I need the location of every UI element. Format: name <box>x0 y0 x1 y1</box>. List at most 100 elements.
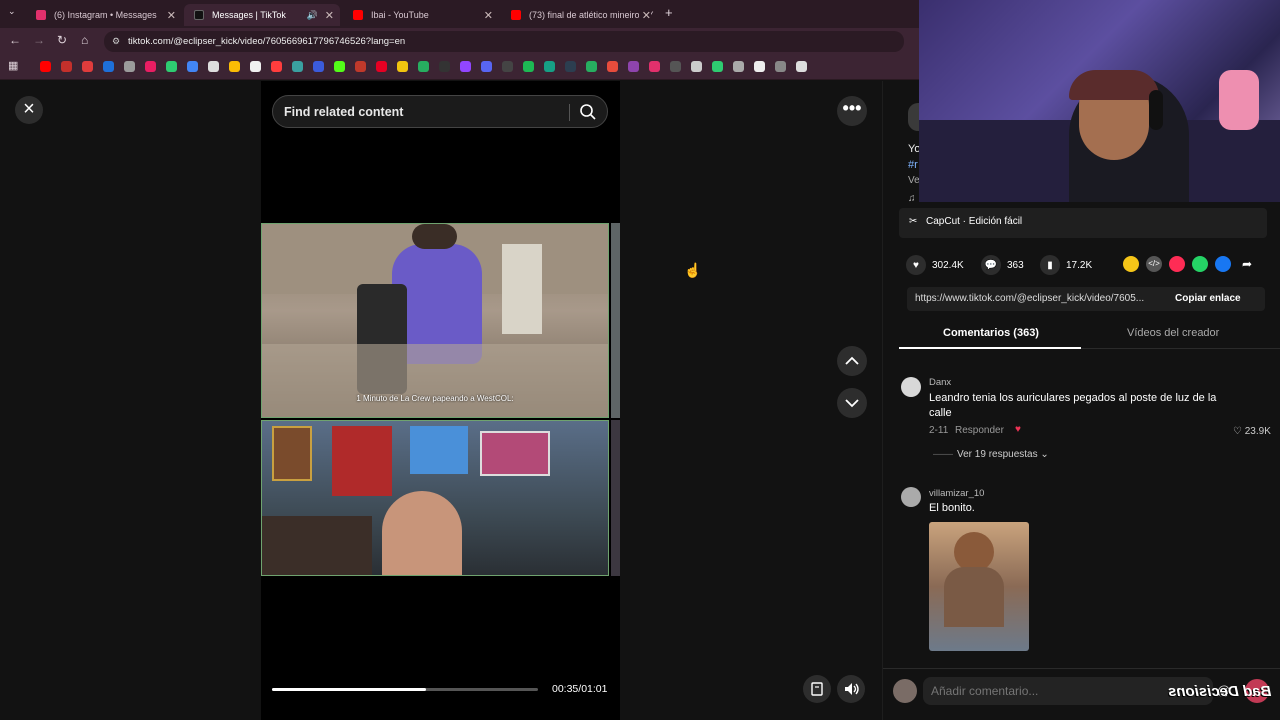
video-link[interactable]: https://www.tiktok.com/@eclipser_kick/vi… <box>915 293 1144 304</box>
bookmark-icon[interactable] <box>292 61 303 72</box>
tab-comments[interactable]: Comentarios (363) <box>943 327 1039 339</box>
site-info-icon[interactable]: ⚙ <box>112 31 120 52</box>
bookmark-icon[interactable] <box>103 61 114 72</box>
more-options-button[interactable]: ••• <box>837 96 867 126</box>
bookmark-icon[interactable] <box>775 61 786 72</box>
desk-shape <box>262 516 372 575</box>
bookmark-icon[interactable] <box>565 61 576 72</box>
tab-instagram[interactable]: (6) Instagram • Messages ✕ <box>26 4 182 26</box>
video-side-strip <box>611 420 620 576</box>
bookmark-twitch-icon[interactable] <box>460 61 471 72</box>
embed-icon[interactable]: </> <box>1146 256 1162 272</box>
share-whatsapp-icon[interactable] <box>1192 256 1208 272</box>
tiktok-icon <box>194 10 204 20</box>
bookmark-icon: ▮ <box>1040 255 1060 275</box>
bookmark-icon[interactable] <box>481 61 492 72</box>
like-button[interactable]: ♥ 302.4K <box>906 255 964 275</box>
share-tiktok-icon[interactable] <box>1169 256 1185 272</box>
tab-creator-videos[interactable]: Vídeos del creador <box>1127 327 1219 339</box>
tab-close-icon[interactable]: ✕ <box>325 9 334 22</box>
tab-close-icon[interactable]: ✕ <box>638 8 651 22</box>
comment-button[interactable]: 💬 363 <box>981 255 1024 275</box>
bookmark-icon[interactable] <box>166 61 177 72</box>
bookmark-kick-icon[interactable] <box>334 61 345 72</box>
reload-icon[interactable]: ↻ <box>57 33 67 47</box>
bookmark-icon[interactable] <box>754 61 765 72</box>
share-facebook-icon[interactable] <box>1215 256 1231 272</box>
hashtag-link[interactable]: #r <box>908 159 918 171</box>
share-coin-icon[interactable] <box>1123 256 1139 272</box>
apps-grid-icon[interactable]: ▦ <box>8 59 18 72</box>
copy-link-button[interactable]: Copiar enlace <box>1175 293 1241 304</box>
tab-list-chevron-icon[interactable]: ⌄ <box>8 6 16 17</box>
bookmark-icon[interactable] <box>418 61 429 72</box>
avatar[interactable] <box>901 377 921 397</box>
avatar[interactable] <box>901 487 921 507</box>
view-replies-label: Ver 19 respuestas <box>957 449 1038 460</box>
chevron-down-icon <box>845 399 859 408</box>
see-more-link[interactable]: Ve <box>908 175 920 186</box>
avatar[interactable] <box>893 679 917 703</box>
comment-username[interactable]: Danx <box>929 377 951 388</box>
home-icon[interactable]: ⌂ <box>81 33 88 47</box>
tab-youtube-final[interactable]: (73) final de atlético mineiro - Y ✕ <box>501 4 657 26</box>
tab-close-icon[interactable]: ✕ <box>167 9 176 22</box>
music-note-icon: ♫ <box>908 193 916 204</box>
view-replies-button[interactable]: Ver 19 respuestas ⌄ <box>957 449 1049 460</box>
tab-tiktok[interactable]: Messages | TikTok 🔊 ✕ <box>184 4 340 26</box>
bookmark-icon[interactable] <box>187 61 198 72</box>
capcut-banner[interactable]: ✂ CapCut · Edición fácil <box>899 208 1267 238</box>
bookmark-icon[interactable] <box>229 61 240 72</box>
new-tab-button[interactable]: + <box>665 5 673 20</box>
bookmark-icon[interactable] <box>628 61 639 72</box>
bookmark-icon[interactable] <box>712 61 723 72</box>
comment-image[interactable] <box>929 522 1029 651</box>
bookmark-icon[interactable] <box>250 61 261 72</box>
bookmark-icon[interactable] <box>523 61 534 72</box>
share-arrow-icon[interactable]: ➦ <box>1239 256 1255 272</box>
bookmark-icon[interactable] <box>544 61 555 72</box>
search-input[interactable]: Find related content <box>284 105 403 119</box>
tab-youtube-ibai[interactable]: Ibai - YouTube ✕ <box>343 4 499 26</box>
bookmark-icon[interactable] <box>586 61 597 72</box>
bookmark-icon[interactable] <box>796 61 807 72</box>
bookmark-icon[interactable] <box>124 61 135 72</box>
bookmark-icon[interactable] <box>271 61 282 72</box>
close-button[interactable]: × <box>15 96 43 124</box>
next-video-button[interactable] <box>837 388 867 418</box>
url-field[interactable]: ⚙ tiktok.com/@eclipser_kick/video/760566… <box>104 31 904 52</box>
webcam-overlay <box>919 0 1280 202</box>
audio-icon[interactable]: 🔊 <box>307 10 318 21</box>
bookmark-icon[interactable] <box>691 61 702 72</box>
bookmark-icon[interactable] <box>502 61 513 72</box>
bookmark-icon[interactable] <box>439 61 450 72</box>
previous-video-button[interactable] <box>837 346 867 376</box>
bookmark-icon[interactable] <box>397 61 408 72</box>
bookmark-icon[interactable] <box>733 61 744 72</box>
save-button[interactable]: ▮ 17.2K <box>1040 255 1092 275</box>
comment-username[interactable]: villamizar_10 <box>929 488 984 499</box>
bookmark-icon[interactable] <box>670 61 681 72</box>
bookmark-icon[interactable] <box>145 61 156 72</box>
report-button[interactable] <box>803 675 831 703</box>
bookmark-instagram-icon[interactable] <box>649 61 660 72</box>
forward-icon[interactable]: → <box>33 33 45 47</box>
bookmark-icon[interactable] <box>82 61 93 72</box>
tab-close-icon[interactable]: ✕ <box>484 9 493 22</box>
bookmark-icon[interactable] <box>313 61 324 72</box>
bookmark-icon[interactable] <box>61 61 72 72</box>
bookmark-icon[interactable] <box>208 61 219 72</box>
volume-button[interactable] <box>837 675 865 703</box>
reply-button[interactable]: Responder <box>955 425 1004 436</box>
bookmark-pinterest-icon[interactable] <box>376 61 387 72</box>
search-bar[interactable]: Find related content <box>272 95 608 128</box>
bookmark-youtube-icon[interactable] <box>40 61 51 72</box>
comment-text: El bonito. <box>929 502 975 514</box>
back-icon[interactable]: ← <box>9 33 21 47</box>
bookmark-icon[interactable] <box>607 61 618 72</box>
progress-bar[interactable] <box>272 688 538 691</box>
search-icon[interactable] <box>579 103 597 121</box>
comment-like-count[interactable]: ♡ 23.9K <box>1233 426 1271 437</box>
creator-liked-icon: ♥ <box>1015 424 1021 435</box>
bookmark-icon[interactable] <box>355 61 366 72</box>
